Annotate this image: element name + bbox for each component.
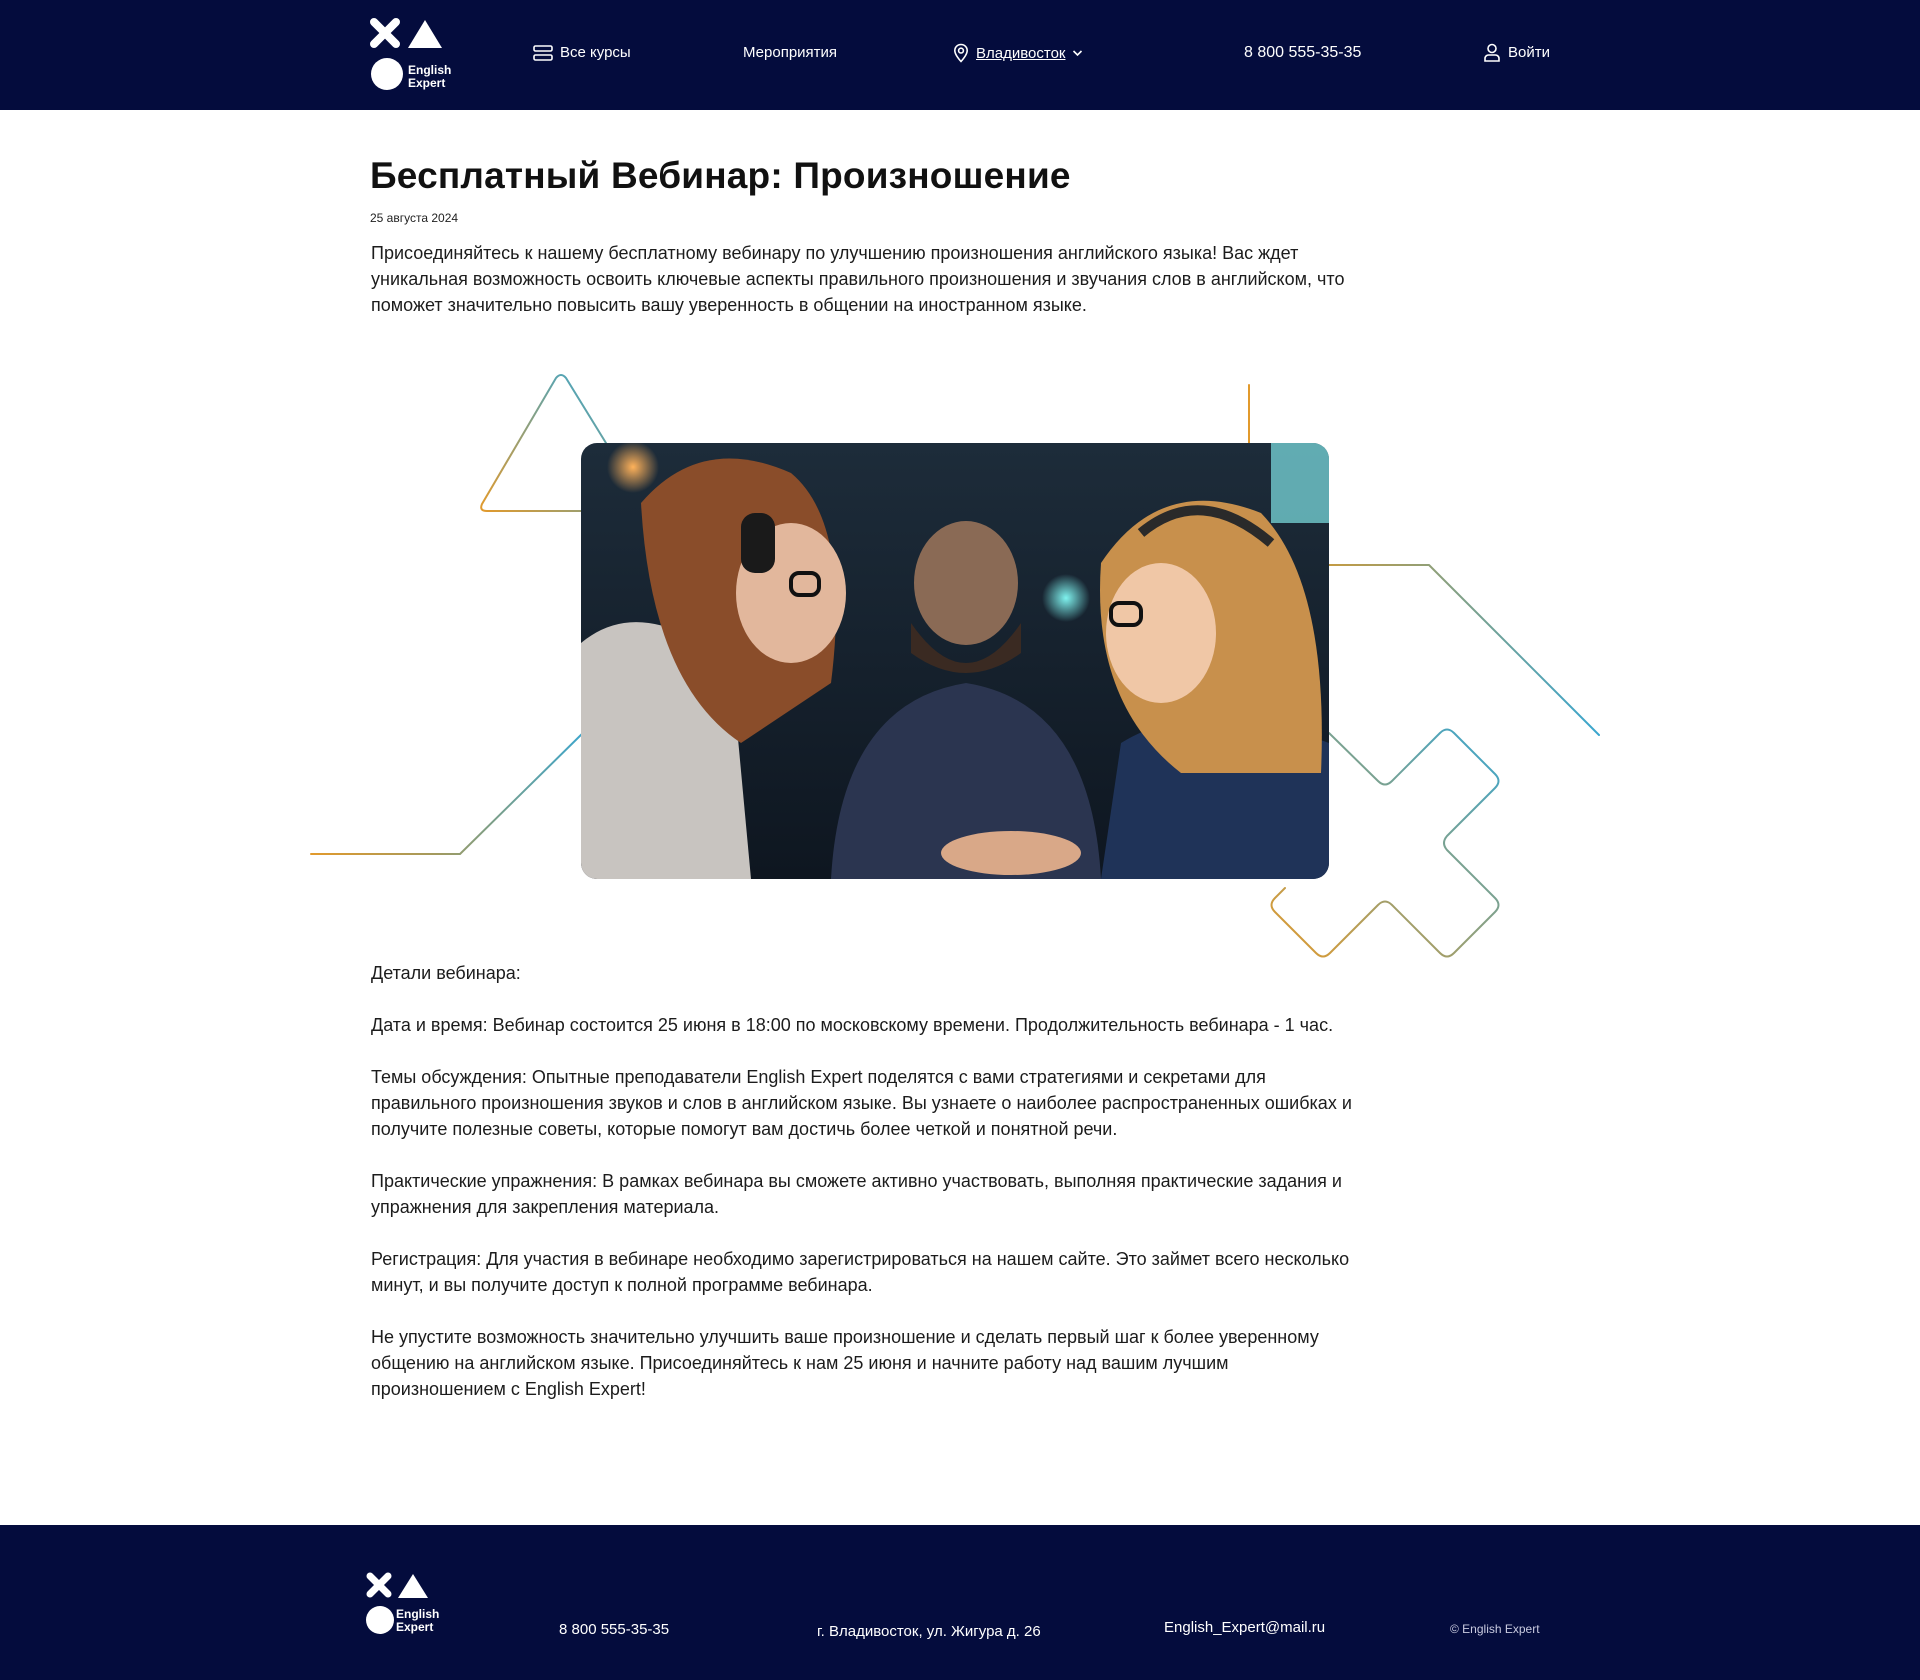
nav-events-label: Мероприятия <box>743 44 838 61</box>
footer-phone-link[interactable]: 8 800 555-35-35 <box>559 1621 669 1638</box>
deco-right-line <box>1328 564 1600 736</box>
login-button[interactable]: Войти <box>1483 43 1550 62</box>
article-title: Бесплатный Вебинар: Произношение <box>370 155 1071 196</box>
nav-courses-label: Все курсы <box>560 44 631 61</box>
footer-address: г. Владивосток, ул. Жигура д. 26 <box>817 1623 1041 1640</box>
footer-logo[interactable]: English Expert <box>366 1572 456 1637</box>
paragraph: Детали вебинара: <box>371 963 521 983</box>
nav-events[interactable]: Мероприятия <box>743 44 837 61</box>
paragraph: Дата и время: Вебинар состоится 25 июня … <box>371 1015 1334 1035</box>
logo-wordmark: English Expert <box>396 1607 440 1634</box>
footer-copyright: © English Expert <box>1450 1622 1540 1636</box>
paragraph: Не упустите возможность значительно улуч… <box>371 1327 1319 1399</box>
paragraph: Темы обсуждения: Опытные преподаватели E… <box>371 1067 1352 1139</box>
article-intro: Присоединяйтесь к нашему бесплатному веб… <box>371 243 1345 315</box>
nav-all-courses[interactable]: Все курсы <box>533 44 631 61</box>
user-icon <box>1484 43 1500 62</box>
login-label: Войти <box>1508 44 1550 61</box>
paragraph: Практические упражнения: В рамках вебина… <box>371 1171 1342 1217</box>
city-selector[interactable]: Владивосток <box>953 43 1083 63</box>
city-label: Владивосток <box>976 44 1066 62</box>
header-logo[interactable]: English Expert <box>370 18 460 93</box>
article-date: 25 августа 2024 <box>370 211 459 225</box>
article-body: Детали вебинара: Дата и время: Вебинар с… <box>371 960 1361 1428</box>
paragraph: Регистрация: Для участия в вебинаре необ… <box>371 1249 1350 1295</box>
logo-wordmark: English Expert <box>408 63 452 90</box>
courses-menu-icon <box>533 44 553 61</box>
chevron-down-icon <box>1073 50 1083 57</box>
webinar-photo <box>581 443 1329 879</box>
header-phone-link[interactable]: 8 800 555-35-35 <box>1244 44 1361 62</box>
deco-left-line <box>310 727 589 855</box>
location-pin-icon <box>953 43 969 63</box>
footer-email-link[interactable]: English_Expert@mail.ru <box>1164 1619 1325 1636</box>
site-footer <box>0 1525 1920 1680</box>
